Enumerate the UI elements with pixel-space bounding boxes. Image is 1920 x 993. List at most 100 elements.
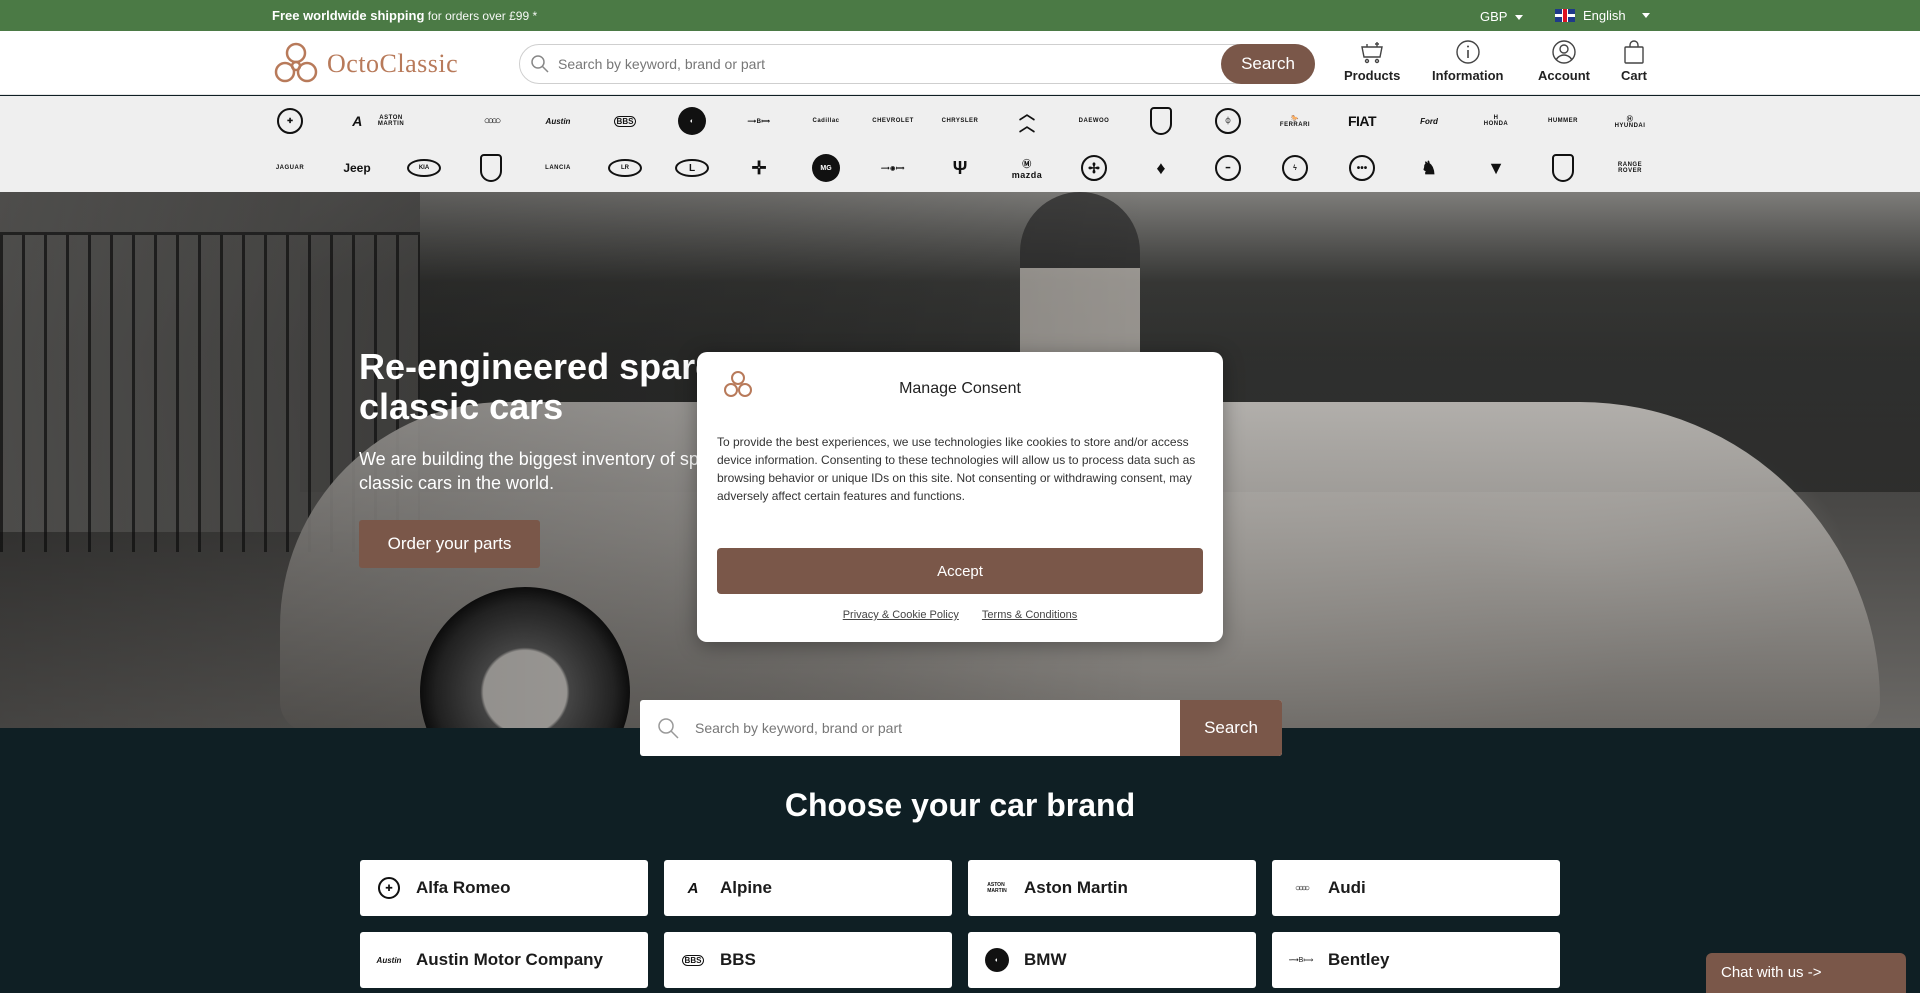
account-icon	[1552, 40, 1576, 64]
brand-card-alfa-romeo[interactable]: ✚ Alfa Romeo	[360, 860, 648, 916]
maserati-icon[interactable]: Ψ	[940, 151, 980, 185]
brand-name: OctoClassic	[327, 49, 459, 78]
brand-card-audi[interactable]: ○○○○ Audi	[1272, 860, 1560, 916]
shipping-notice-bold: Free worldwide shipping	[272, 8, 425, 23]
audi-icon: ○○○○	[1294, 882, 1310, 894]
kia-icon[interactable]: KIA	[404, 151, 444, 185]
hyundai-icon[interactable]: Ⓗ HYUNDAI	[1610, 104, 1650, 138]
currency-label: GBP	[1480, 9, 1508, 24]
daewoo-icon[interactable]: DAEWOO	[1074, 104, 1114, 138]
choose-brand-heading: Choose your car brand	[784, 787, 1136, 823]
opel-icon[interactable]: ϟ	[1275, 151, 1315, 185]
terms-link[interactable]: Terms & Conditions	[982, 609, 1077, 621]
products-icon	[1361, 42, 1384, 64]
bmw-icon[interactable]: ◐	[672, 104, 712, 138]
bbs-icon: BBS	[678, 945, 708, 975]
mitsubishi-icon[interactable]: ♦	[1141, 151, 1181, 185]
bmw-icon: ◐	[982, 945, 1012, 975]
ferrari-icon[interactable]: 🐎 FERRARI	[1275, 104, 1315, 138]
ferrari-badge-icon[interactable]: ⏀	[1208, 104, 1248, 138]
aston-martin-icon: ASTON MARTIN	[987, 882, 1007, 894]
order-parts-button[interactable]: Order your parts	[359, 520, 540, 568]
lancia-icon[interactable]: LANCIA	[538, 151, 578, 185]
peugeot-icon[interactable]: ♞	[1409, 151, 1449, 185]
bentley-icon: ⟿B⟾	[1288, 957, 1314, 964]
main-search-button[interactable]: Search	[1180, 700, 1282, 756]
lincoln-icon[interactable]: ✛	[739, 151, 779, 185]
audi-icon[interactable]: ○○○○	[471, 104, 511, 138]
alfa-romeo-icon: ✚	[374, 873, 404, 903]
citroen-icon[interactable]: ︿ ︿	[1007, 104, 1047, 138]
chrysler-icon[interactable]: CHRYSLER	[940, 104, 980, 138]
site-logo[interactable]: OctoClassic	[271, 39, 458, 89]
brand-card-austin[interactable]: Austin Austin Motor Company	[360, 932, 648, 988]
nav-account[interactable]: Account	[1538, 39, 1590, 83]
currency-selector[interactable]: GBP	[1480, 9, 1524, 24]
search-icon	[658, 718, 679, 739]
brand-card-label: Austin Motor Company	[416, 950, 603, 969]
brand-card-label: Alpine	[720, 878, 772, 897]
range-rover-icon[interactable]: RANGE ROVER	[1610, 151, 1650, 185]
main-search-input[interactable]	[695, 715, 1195, 741]
lexus-icon[interactable]: L	[672, 151, 712, 185]
honda-icon[interactable]: H HONDA	[1476, 104, 1516, 138]
header-search-input[interactable]	[558, 52, 1208, 76]
shipping-notice: Free worldwide shipping for orders over …	[272, 8, 537, 23]
mazda-icon[interactable]: Ⓜmazda	[1007, 151, 1047, 185]
aston-martin-icon[interactable]: ASTON MARTIN	[371, 104, 411, 138]
hummer-icon[interactable]: HUMMER	[1543, 104, 1583, 138]
nav-cart[interactable]: Cart	[1621, 39, 1647, 83]
ford-icon[interactable]: Ford	[1409, 104, 1449, 138]
brand-card-label: Audi	[1328, 878, 1366, 897]
porsche-icon[interactable]	[1543, 151, 1583, 185]
dodge-icon[interactable]	[1141, 104, 1181, 138]
jeep-icon[interactable]: Jeep	[337, 151, 377, 185]
consent-links: Privacy & Cookie Policy Terms & Conditio…	[697, 609, 1223, 621]
chevrolet-icon[interactable]: CHEVROLET	[872, 104, 913, 138]
lamborghini-icon[interactable]	[471, 151, 511, 185]
uk-flag-icon	[1555, 9, 1575, 22]
brand-card-label: Aston Martin	[1024, 878, 1128, 897]
top-bar: Free worldwide shipping for orders over …	[0, 0, 1920, 31]
pontiac-icon[interactable]: ▼	[1476, 151, 1516, 185]
austin-icon[interactable]: Austin	[538, 104, 578, 138]
accept-cookies-button[interactable]: Accept	[717, 548, 1203, 594]
mg-icon[interactable]: MG	[806, 151, 846, 185]
brand-card-label: Alfa Romeo	[416, 878, 511, 897]
octoclassic-logo-icon	[274, 42, 318, 83]
brand-card-alpine[interactable]: A Alpine	[664, 860, 952, 916]
brand-card-bbs[interactable]: BBS BBS	[664, 932, 952, 988]
mercedes-icon[interactable]: ✢	[1074, 151, 1114, 185]
brand-card-label: BMW	[1024, 950, 1067, 969]
nav-products-label: Products	[1344, 68, 1401, 83]
header-search-button[interactable]: Search	[1221, 44, 1315, 84]
language-selector[interactable]: English	[1555, 8, 1650, 23]
brand-card-label: BBS	[720, 950, 756, 969]
brand-card-aston-martin[interactable]: ASTON MARTIN Aston Martin	[968, 860, 1256, 916]
cadillac-icon[interactable]: Cadillac	[806, 104, 846, 138]
info-icon	[1456, 40, 1480, 64]
nav-information-label: Information	[1432, 68, 1504, 83]
bentley-icon[interactable]: ⟿B⟾	[739, 104, 779, 138]
consent-title: Manage Consent	[899, 380, 1021, 397]
land-rover-icon[interactable]: LR	[605, 151, 645, 185]
brand-card-bmw[interactable]: ◐ BMW	[968, 932, 1256, 988]
nav-products[interactable]: Products	[1344, 39, 1400, 83]
alfa-romeo-icon[interactable]: ✚	[270, 104, 310, 138]
chat-button[interactable]: Chat with us ->	[1706, 953, 1906, 993]
nissan-icon[interactable]: ━	[1208, 151, 1248, 185]
brand-logo-strip: ✚ A ASTON MARTIN ○○○○ Austin BBS ◐ ⟿B⟾ C…	[0, 96, 1920, 192]
consent-body: To provide the best experiences, we use …	[717, 435, 1196, 503]
main-search: Search	[640, 700, 1282, 756]
brand-card-bentley[interactable]: ⟿B⟾ Bentley	[1272, 932, 1560, 988]
nav-information[interactable]: Information	[1432, 39, 1504, 83]
nav-cart-label: Cart	[1621, 68, 1648, 83]
bbs-icon[interactable]: BBS	[605, 104, 645, 138]
more-brands-icon[interactable]: •••	[1342, 151, 1382, 185]
jaguar-icon[interactable]: JAGUAR	[270, 151, 310, 185]
consent-dialog: Manage Consent To provide the best exper…	[697, 352, 1223, 642]
mini-icon[interactable]: ⟿◉⟾	[873, 151, 913, 185]
nav-account-label: Account	[1538, 68, 1590, 83]
fiat-icon[interactable]: FIAT	[1342, 104, 1382, 138]
privacy-policy-link[interactable]: Privacy & Cookie Policy	[843, 609, 959, 621]
